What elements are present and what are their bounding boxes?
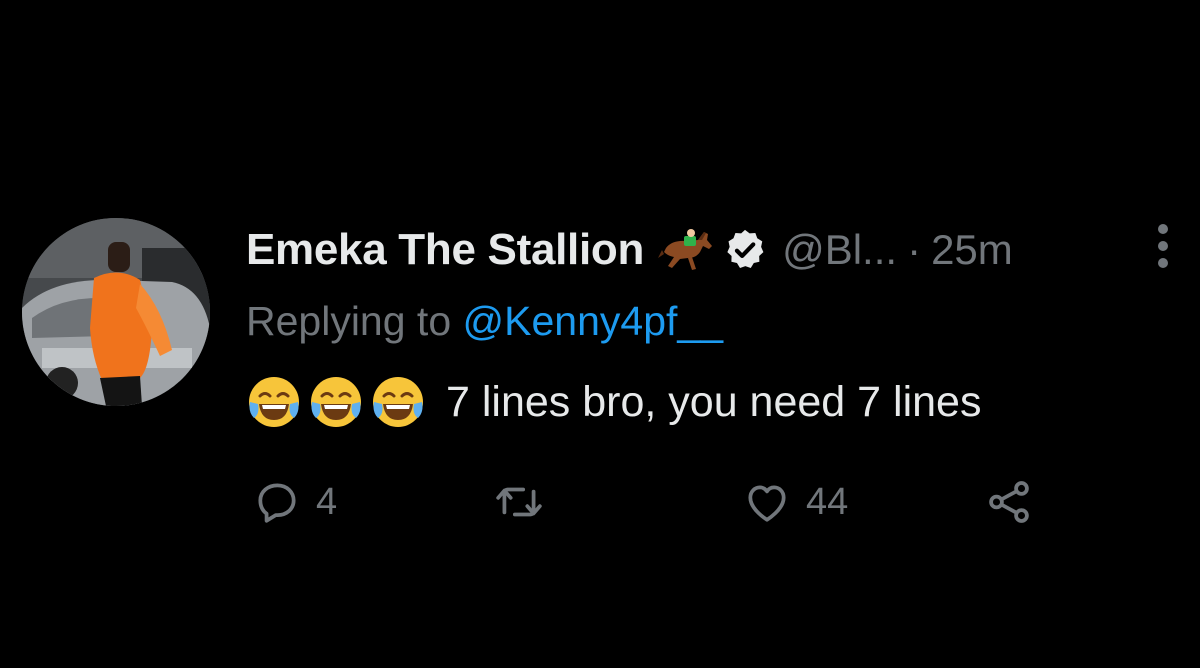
more-vertical-icon[interactable] — [1156, 222, 1170, 270]
reply-count: 4 — [316, 480, 338, 523]
face-with-tears-of-joy-icon — [370, 374, 426, 430]
separator-dot: · — [907, 226, 922, 273]
replying-prefix: Replying to — [246, 298, 463, 344]
avatar-photo — [22, 218, 210, 406]
retweet-button[interactable] — [494, 470, 558, 534]
avatar[interactable] — [22, 218, 210, 406]
timestamp[interactable]: 25m — [931, 226, 1013, 274]
retweet-icon — [496, 487, 542, 517]
tweet-text: 7 lines bro, you need 7 lines — [446, 377, 982, 426]
tweet-body: 7 lines bro, you need 7 lines — [246, 374, 981, 430]
like-button[interactable]: 44 — [742, 470, 848, 534]
heart-icon — [748, 485, 786, 522]
like-count: 44 — [806, 480, 849, 523]
face-with-tears-of-joy-icon — [246, 374, 302, 430]
tweet-header: Emeka The Stallion @Bl... · 25m — [246, 220, 1013, 280]
verified-badge-icon — [722, 227, 768, 273]
emoji-group — [246, 374, 432, 430]
share-icon — [989, 481, 1029, 523]
reply-button[interactable]: 4 — [252, 470, 337, 534]
tweet-actions: 4 44 — [246, 470, 1066, 534]
replying-to-line: Replying to @Kenny4pf__ — [246, 298, 723, 345]
user-handle[interactable]: @Bl... — [782, 226, 897, 274]
face-with-tears-of-joy-icon — [308, 374, 364, 430]
tweet[interactable]: Emeka The Stallion @Bl... · 25m Replying… — [0, 0, 1200, 668]
share-button[interactable] — [984, 470, 1034, 534]
replying-to-mention[interactable]: @Kenny4pf__ — [463, 298, 723, 344]
horse-racing-icon — [658, 228, 716, 272]
reply-icon — [258, 483, 296, 523]
display-name[interactable]: Emeka The Stallion — [246, 225, 644, 275]
